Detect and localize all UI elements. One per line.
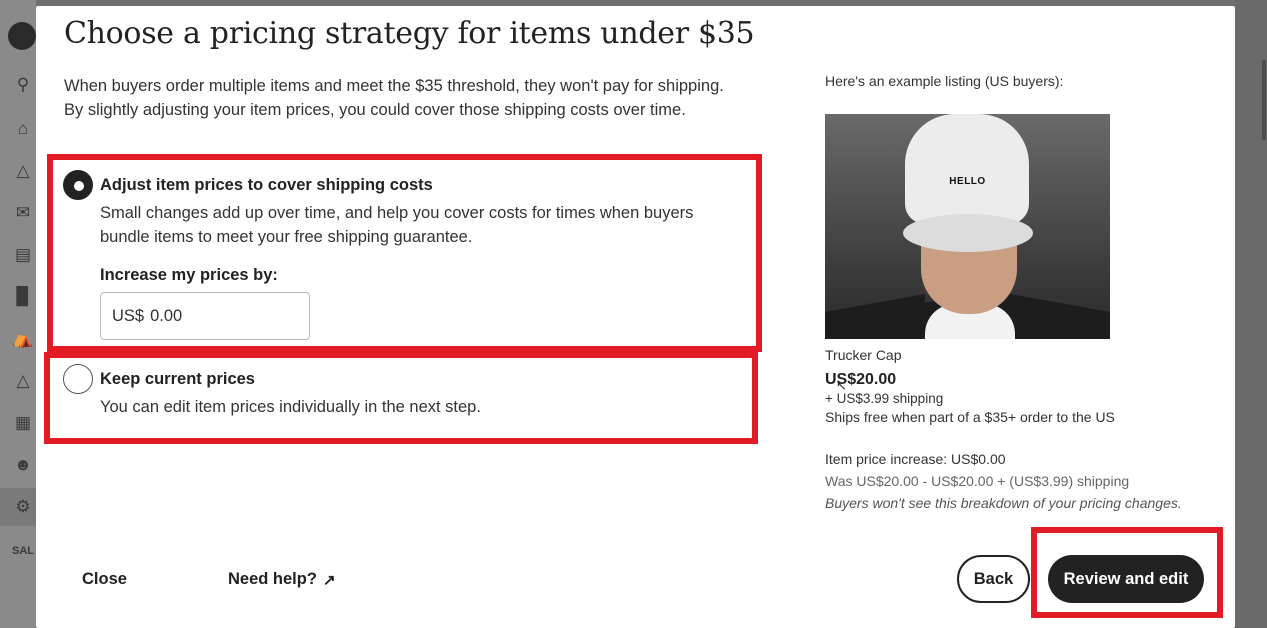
example-price-increase: Item price increase: US$0.00: [825, 451, 1006, 467]
finances-icon[interactable]: ⛺: [12, 328, 34, 350]
modal-intro: When buyers order multiple items and mee…: [64, 77, 724, 119]
shop-logo-icon[interactable]: [8, 22, 36, 50]
cap-text: HELLO: [949, 176, 986, 187]
close-button[interactable]: Close: [82, 570, 127, 589]
page-backdrop-edge: [1235, 0, 1267, 628]
home-icon[interactable]: ⌂: [12, 118, 34, 140]
keep-prices-radio[interactable]: [63, 364, 93, 394]
app-sidebar: ⚲ ⌂ △ ✉ ▤ ▉ ⛺ △ ▦ ☻ ⚙ SAL: [0, 0, 36, 628]
currency-prefix: US$: [112, 306, 145, 325]
search-icon[interactable]: ⚲: [12, 74, 34, 96]
adjust-prices-description: Small changes add up over time, and help…: [100, 204, 694, 246]
scrollbar[interactable]: [1262, 60, 1266, 140]
adjust-prices-title[interactable]: Adjust item prices to cover shipping cos…: [100, 176, 433, 195]
stats-icon[interactable]: ▉: [12, 286, 34, 308]
listings-icon[interactable]: △: [12, 160, 34, 182]
adjust-prices-radio[interactable]: [63, 170, 93, 200]
example-label: Here's an example listing (US buyers):: [825, 73, 1064, 89]
back-button[interactable]: Back: [957, 555, 1030, 603]
review-and-edit-button[interactable]: Review and edit: [1048, 555, 1204, 603]
keep-prices-description: You can edit item prices individually in…: [100, 398, 481, 416]
pricing-strategy-modal: Choose a pricing strategy for items unde…: [36, 6, 1235, 628]
orders-icon[interactable]: ▤: [12, 244, 34, 266]
modal-title: Choose a pricing strategy for items unde…: [64, 16, 755, 51]
external-link-icon: ↗: [322, 571, 336, 589]
example-was-price: Was US$20.00 - US$20.00 + (US$3.99) ship…: [825, 473, 1130, 489]
settings-icon[interactable]: ⚙: [12, 496, 34, 518]
apps-icon[interactable]: ▦: [12, 412, 34, 434]
community-icon[interactable]: ☻: [12, 454, 34, 476]
price-increase-field[interactable]: US$: [100, 292, 310, 340]
sidebar-section-label: SAL: [12, 545, 34, 557]
price-increase-input[interactable]: [150, 306, 271, 326]
increase-label: Increase my prices by:: [100, 266, 278, 284]
messages-icon[interactable]: ✉: [12, 202, 34, 224]
example-listing-image: HELLO: [825, 114, 1110, 339]
need-help-link[interactable]: Need help? ↗: [228, 570, 336, 589]
example-breakdown-note: Buyers won't see this breakdown of your …: [825, 495, 1182, 511]
keep-prices-title[interactable]: Keep current prices: [100, 370, 255, 389]
mouse-cursor-icon: ↖: [836, 378, 847, 393]
need-help-label[interactable]: Need help?: [228, 570, 317, 589]
example-free-shipping-note: Ships free when part of a $35+ order to …: [825, 409, 1115, 425]
example-item-name: Trucker Cap: [825, 347, 902, 363]
marketing-icon[interactable]: △: [12, 370, 34, 392]
